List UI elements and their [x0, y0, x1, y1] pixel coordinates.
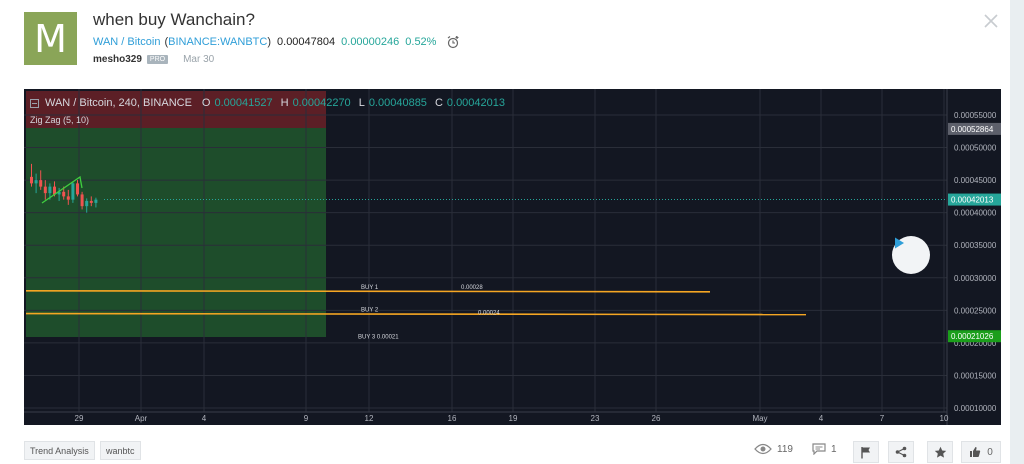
- paren-close: ): [267, 36, 272, 48]
- close-icon[interactable]: [982, 12, 1000, 30]
- candle-body: [43, 186, 47, 194]
- y-tick-label: 0.00035000: [954, 241, 997, 250]
- x-tick-label: 7: [880, 414, 885, 423]
- candle-body: [30, 176, 33, 184]
- legend-close-value: 0.00042013: [446, 97, 506, 109]
- play-button[interactable]: [892, 236, 930, 274]
- legend-close-label: C: [434, 97, 443, 109]
- views-stat: 119: [754, 443, 793, 455]
- legend-high-label: H: [280, 97, 289, 109]
- candle-body: [94, 199, 98, 203]
- candle-body: [39, 180, 43, 187]
- ticker-row: WAN / Bitcoin (BINANCE:WANBTC) 0.0004780…: [93, 35, 460, 49]
- buy2-value: 0.00024: [478, 311, 500, 317]
- price-chart[interactable]: 29 Apr 4 9 12 16 19 23 26 May 4 7 10 0.00055000 0.0005…: [24, 89, 1001, 425]
- candle-body: [89, 200, 93, 203]
- collapse-icon[interactable]: [30, 98, 39, 108]
- y-tick-label: 0.00015000: [954, 371, 997, 380]
- star-icon: [934, 446, 946, 458]
- x-tick-label: May: [752, 414, 767, 423]
- indicator-legend: Zig Zag (5, 10): [30, 115, 90, 125]
- buy2-label: BUY 2: [361, 308, 379, 314]
- buy3-label: BUY 3 0.00021: [358, 334, 399, 340]
- share-icon: [895, 446, 907, 458]
- x-tick-label: 26: [652, 414, 661, 423]
- buy1-label: BUY 1: [361, 285, 379, 291]
- favorite-button[interactable]: [927, 441, 953, 463]
- alarm-clock-icon[interactable]: [446, 35, 460, 49]
- x-tick-label: 10: [940, 414, 949, 423]
- green-zone: [26, 128, 326, 337]
- views-count: 119: [777, 443, 793, 455]
- buy1-value: 0.00028: [461, 285, 483, 291]
- x-tick-label: 29: [75, 414, 84, 423]
- chart-legend: WAN / Bitcoin, 240, BINANCE O 0.00041527 …: [30, 97, 505, 109]
- eye-icon: [754, 443, 772, 455]
- y-tick-label: 0.00055000: [954, 111, 997, 120]
- y-tick-label: 0.00045000: [954, 176, 997, 185]
- play-icon: [895, 237, 904, 249]
- candle-body: [66, 196, 70, 200]
- exchange-link[interactable]: BINANCE:WANBTC: [168, 36, 267, 48]
- y-tick-label: 0.00025000: [954, 306, 997, 315]
- legend-open-value: 0.00041527: [214, 97, 273, 109]
- share-button[interactable]: [888, 441, 914, 463]
- flag-icon: [861, 446, 870, 458]
- like-button[interactable]: 0: [961, 441, 1001, 463]
- legend-low-label: L: [358, 97, 365, 109]
- symbol-link[interactable]: WAN / Bitcoin: [93, 36, 160, 48]
- last-price-marker-label: 0.00042013: [951, 196, 994, 205]
- candle-body: [85, 200, 89, 207]
- price-change-pct: 0.52%: [405, 36, 437, 48]
- buy2-line: [25, 312, 807, 316]
- y-tick-label: 0.00040000: [954, 209, 997, 218]
- y-tick-label: 0.00030000: [954, 274, 997, 283]
- x-tick-label: 23: [591, 414, 600, 423]
- legend-open-label: O: [201, 97, 211, 109]
- publish-date: Mar 30: [183, 54, 215, 65]
- candle-body: [62, 191, 66, 197]
- meta-row: mesho329 PRO Mar 30: [93, 54, 214, 65]
- footer-bar: Trend Analysis wanbtc 119 1 0: [24, 441, 1001, 463]
- lower-marker-label: 0.00021026: [951, 332, 994, 341]
- candle-body: [76, 183, 79, 195]
- x-tick-label: 9: [304, 414, 309, 423]
- likes-count: 0: [987, 446, 993, 458]
- window-edge: [1010, 0, 1024, 464]
- tag-wanbtc[interactable]: wanbtc: [100, 441, 141, 460]
- candle-body: [48, 186, 52, 194]
- pro-badge: PRO: [146, 55, 169, 64]
- x-tick-label: 4: [202, 414, 207, 423]
- report-button[interactable]: [853, 441, 879, 463]
- legend-low-value: 0.00040885: [368, 97, 427, 109]
- comments-count: 1: [831, 443, 837, 455]
- author-name[interactable]: mesho329: [93, 54, 142, 65]
- comment-icon: [812, 443, 826, 455]
- upper-marker-label: 0.00052864: [951, 125, 994, 134]
- legend-symbol: WAN / Bitcoin, 240, BINANCE: [45, 97, 192, 109]
- price-change: 0.00000246: [341, 36, 400, 48]
- candle-body: [34, 180, 38, 184]
- x-tick-label: 12: [365, 414, 374, 423]
- y-tick-label: 0.00050000: [954, 144, 997, 153]
- x-tick-label: 19: [509, 414, 518, 423]
- x-tick-label: Apr: [135, 414, 148, 423]
- chart-panel[interactable]: 29 Apr 4 9 12 16 19 23 26 May 4 7 10 0.00055000 0.0005…: [24, 89, 1001, 425]
- idea-title: when buy Wanchain?: [93, 10, 255, 29]
- x-tick-label: 16: [448, 414, 457, 423]
- y-tick-label: 0.00010000: [954, 404, 997, 413]
- candle-body: [71, 183, 75, 200]
- x-tick-label: 4: [819, 414, 824, 423]
- candle-body: [80, 194, 84, 207]
- tag-trend-analysis[interactable]: Trend Analysis: [24, 441, 95, 460]
- thumbs-up-icon: [970, 447, 981, 457]
- comments-stat[interactable]: 1: [812, 443, 837, 455]
- avatar[interactable]: M: [24, 12, 77, 65]
- buy1-line: [25, 290, 711, 293]
- legend-high-value: 0.00042270: [292, 97, 351, 109]
- price: 0.00047804: [277, 36, 336, 48]
